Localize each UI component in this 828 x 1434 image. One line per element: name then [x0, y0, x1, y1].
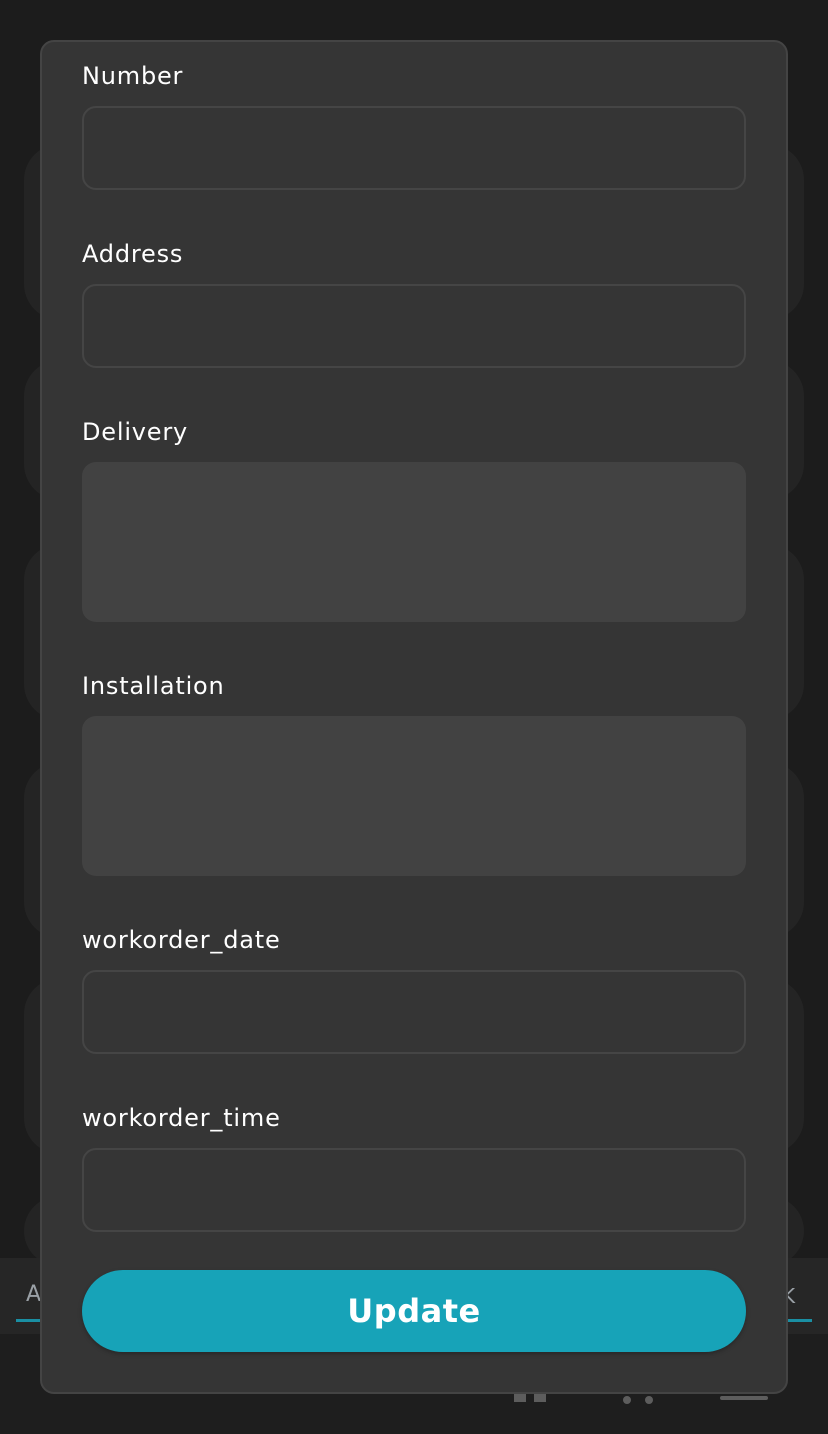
- nav-icon-fragment: [623, 1396, 631, 1404]
- nav-icon-fragment: [645, 1396, 653, 1404]
- installation-textarea[interactable]: [82, 716, 746, 876]
- delivery-label: Delivery: [82, 418, 189, 446]
- nav-icon-fragment: [720, 1396, 768, 1400]
- installation-label: Installation: [82, 672, 225, 700]
- delivery-textarea[interactable]: [82, 462, 746, 622]
- address-label: Address: [82, 240, 184, 268]
- number-label: Number: [82, 62, 184, 90]
- edit-workorder-dialog: Number Address Delivery Installation wor…: [40, 40, 788, 1394]
- number-input[interactable]: [82, 106, 746, 190]
- address-input[interactable]: [82, 284, 746, 368]
- background-tab-left-label: A: [26, 1282, 42, 1307]
- workorder-time-input[interactable]: [82, 1148, 746, 1232]
- workorder-date-label: workorder_date: [82, 926, 281, 954]
- workorder-time-label: workorder_time: [82, 1104, 281, 1132]
- update-button[interactable]: Update: [82, 1270, 746, 1352]
- workorder-date-input[interactable]: [82, 970, 746, 1054]
- background-tab-indicator: [786, 1319, 812, 1322]
- background-tab-indicator: [16, 1319, 42, 1322]
